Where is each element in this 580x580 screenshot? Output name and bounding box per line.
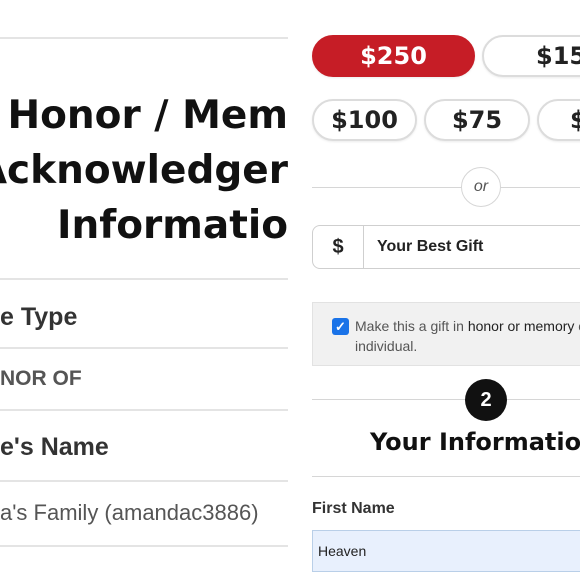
- divider: [0, 278, 288, 280]
- heading-line-2: Acknowledger: [0, 148, 288, 193]
- heading-line-1: Honor / Mem: [7, 93, 288, 138]
- divider: [0, 545, 288, 547]
- first-name-input[interactable]: [312, 530, 580, 572]
- top-divider: [0, 37, 288, 39]
- best-gift-input[interactable]: [364, 226, 580, 268]
- divider: [312, 476, 580, 477]
- amount-button-100[interactable]: $100: [312, 99, 417, 141]
- checkmark-icon: ✓: [335, 318, 346, 334]
- honor-text-emphasis: honor or memory: [467, 318, 575, 334]
- honor-memorial-content: Honor / Mem Acknowledger Informatio e Ty…: [0, 0, 288, 580]
- divider: [0, 409, 288, 411]
- section-heading: Honor / Mem Acknowledger Informatio: [0, 88, 288, 253]
- amount-button-150[interactable]: $15(: [482, 35, 580, 77]
- honor-memorial-panel: Honor / Mem Acknowledger Informatio e Ty…: [0, 0, 288, 580]
- section-title: Your Information: [370, 428, 580, 456]
- step-number-badge: 2: [465, 379, 507, 421]
- honor-checkbox[interactable]: ✓: [332, 318, 349, 335]
- amount-button-75[interactable]: $75: [424, 99, 530, 141]
- best-gift-field[interactable]: $: [312, 225, 580, 269]
- honoree-name-label: e's Name: [0, 433, 109, 461]
- amount-button-250[interactable]: $250: [312, 35, 475, 77]
- or-separator: or: [461, 167, 501, 207]
- or-divider-line: [312, 187, 580, 188]
- first-name-label: First Name: [312, 500, 395, 517]
- honor-text-before: Make this a gift in: [355, 318, 468, 334]
- step-divider-line: [312, 399, 580, 400]
- honoree-name-value[interactable]: a's Family (amandac3886): [0, 500, 259, 526]
- divider: [0, 480, 288, 482]
- donation-form-panel: $250 $15( $100 $75 $ or $ ✓ Make this a …: [300, 0, 580, 580]
- tribute-type-value[interactable]: NOR OF: [0, 367, 82, 391]
- amount-button-other[interactable]: $: [537, 99, 580, 141]
- honor-memory-option: ✓ Make this a gift in honor or memory of…: [312, 302, 580, 366]
- honor-checkbox-label[interactable]: Make this a gift in honor or memory of i…: [355, 316, 580, 356]
- panel-gap: [288, 0, 300, 580]
- currency-symbol: $: [313, 226, 364, 268]
- heading-line-3: Informatio: [56, 203, 288, 248]
- tribute-type-label: e Type: [0, 303, 78, 331]
- divider: [0, 347, 288, 349]
